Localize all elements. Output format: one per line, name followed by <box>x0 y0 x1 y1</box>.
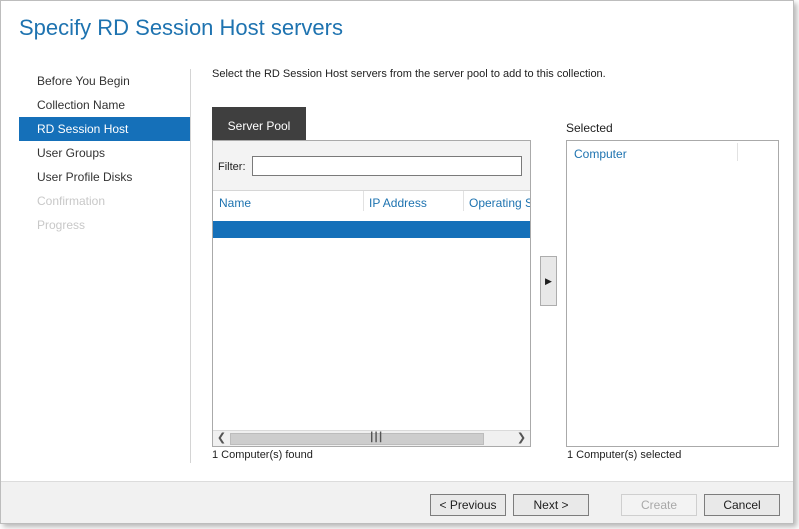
wizard-nav: Before You Begin Collection Name RD Sess… <box>19 69 190 237</box>
filter-row: Filter: <box>213 141 530 191</box>
selected-label: Selected <box>566 121 613 135</box>
server-pool-list: Filter: Name IP Address Operating S ❮ ┃┃… <box>212 140 531 447</box>
nav-item-user-groups[interactable]: User Groups <box>19 141 190 165</box>
scroll-right-icon[interactable]: ❯ <box>514 431 529 446</box>
next-button[interactable]: Next > <box>513 494 589 516</box>
found-count: 1 Computer(s) found <box>212 449 313 461</box>
nav-item-progress: Progress <box>37 218 86 232</box>
selected-list: Computer <box>566 140 779 447</box>
column-separator[interactable] <box>737 143 738 161</box>
nav-divider <box>190 69 191 463</box>
column-header-operating-system[interactable]: Operating S <box>463 191 530 221</box>
horizontal-scrollbar[interactable]: ❮ ┃┃┃ ❯ <box>213 430 530 446</box>
table-row[interactable] <box>213 221 530 238</box>
column-header-computer[interactable]: Computer <box>574 147 627 161</box>
cancel-button[interactable]: Cancel <box>704 494 780 516</box>
column-header-name[interactable]: Name <box>213 191 363 221</box>
nav-item-confirmation: Confirmation <box>37 194 106 208</box>
nav-item-before-you-begin[interactable]: Before You Begin <box>19 69 190 93</box>
previous-button[interactable]: < Previous <box>430 494 506 516</box>
selected-count: 1 Computer(s) selected <box>567 449 682 461</box>
column-header-ip-address[interactable]: IP Address <box>363 191 463 221</box>
nav-item-user-profile-disks[interactable]: User Profile Disks <box>19 165 190 189</box>
instruction-text: Select the RD Session Host servers from … <box>212 68 606 80</box>
page-title: Specify RD Session Host servers <box>19 15 343 40</box>
create-button: Create <box>621 494 697 516</box>
tab-server-pool[interactable]: Server Pool <box>212 107 306 140</box>
wizard-window: Specify RD Session Host servers Before Y… <box>0 0 794 524</box>
scroll-left-icon[interactable]: ❮ <box>214 431 229 446</box>
add-selected-button[interactable]: ▶ <box>540 256 557 306</box>
nav-item-collection-name[interactable]: Collection Name <box>19 93 190 117</box>
arrow-right-icon: ▶ <box>545 276 552 286</box>
nav-item-rd-session-host[interactable]: RD Session Host <box>19 117 190 141</box>
scroll-grip-icon: ┃┃┃ <box>369 432 383 442</box>
wizard-footer: < Previous Next > Create Cancel <box>1 481 793 523</box>
scrollbar-thumb[interactable]: ┃┃┃ <box>230 432 484 445</box>
filter-input[interactable] <box>252 156 522 176</box>
filter-label: Filter: <box>218 161 246 173</box>
